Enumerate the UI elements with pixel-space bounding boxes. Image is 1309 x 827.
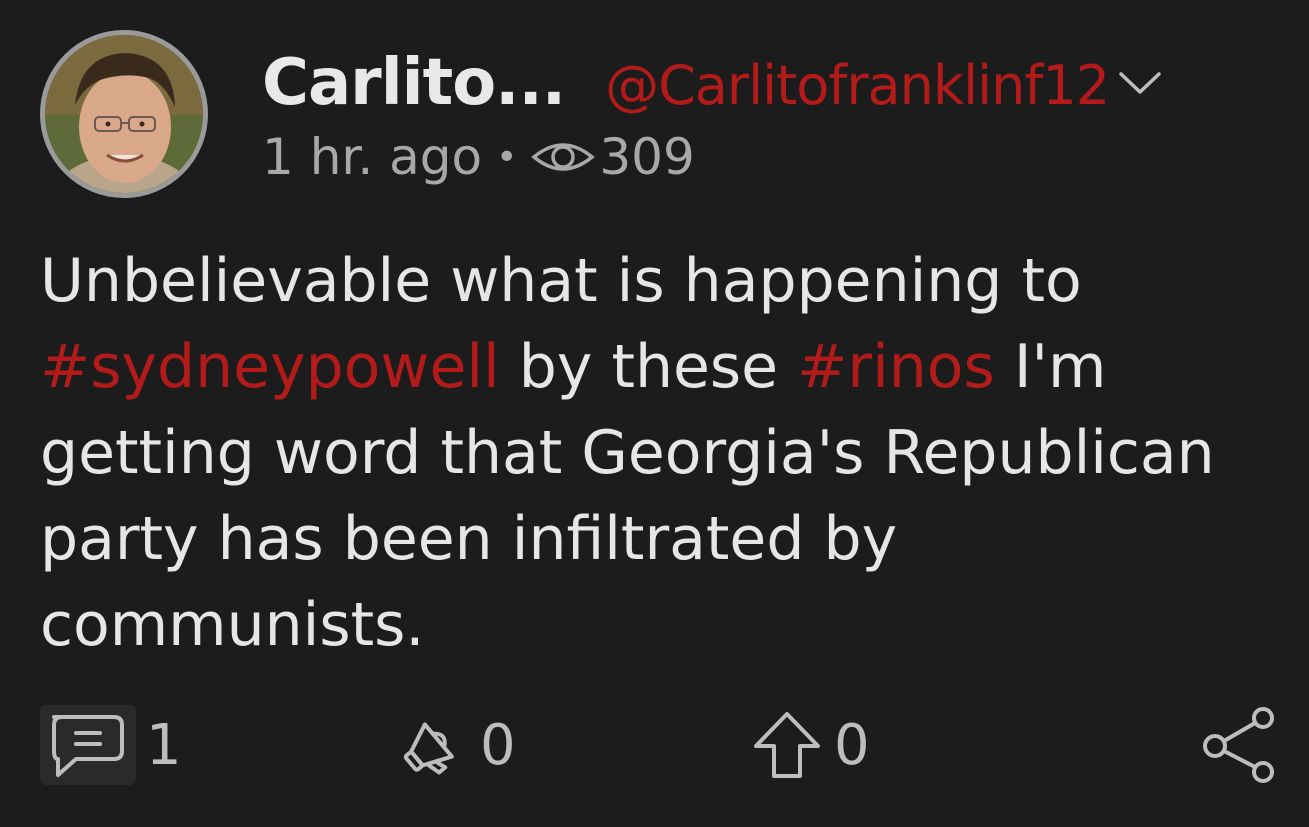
avatar[interactable] bbox=[40, 30, 208, 198]
post-actions: 1 0 0 bbox=[40, 700, 1279, 790]
megaphone-icon bbox=[403, 722, 454, 775]
comment-button[interactable]: 1 bbox=[40, 700, 182, 790]
post-timestamp: 1 hr. ago bbox=[262, 128, 483, 186]
author-display-name[interactable]: Carlito... bbox=[262, 46, 566, 120]
upvote-count: 0 bbox=[834, 712, 870, 778]
post-card: Carlito... @Carlitofranklinf12 1 hr. ago… bbox=[0, 0, 1309, 827]
hashtag-link[interactable]: #rinos bbox=[797, 332, 995, 402]
post-meta: 1 hr. ago • 309 bbox=[262, 128, 1269, 186]
avatar-image bbox=[45, 35, 203, 193]
meta-separator: • bbox=[496, 136, 518, 178]
share-button[interactable] bbox=[1201, 700, 1279, 790]
post-body-text: by these bbox=[499, 332, 798, 402]
eye-icon bbox=[531, 143, 596, 171]
post-body: Unbelievable what is happening to #sydne… bbox=[40, 238, 1280, 668]
arrow-up-icon bbox=[754, 712, 820, 778]
chevron-down-icon[interactable] bbox=[1117, 68, 1163, 98]
post-body-text: Unbelievable what is happening to bbox=[40, 246, 1082, 316]
comment-icon bbox=[40, 705, 136, 785]
boost-button[interactable]: 0 bbox=[396, 700, 516, 790]
hashtag-link[interactable]: #sydneypowell bbox=[40, 332, 500, 402]
post-header: Carlito... @Carlitofranklinf12 1 hr. ago… bbox=[262, 46, 1269, 196]
author-row: Carlito... @Carlitofranklinf12 bbox=[262, 46, 1269, 124]
view-count: 309 bbox=[599, 128, 695, 186]
share-icon bbox=[1203, 707, 1274, 783]
boost-count: 0 bbox=[480, 712, 516, 778]
comment-count: 1 bbox=[146, 712, 182, 778]
upvote-button[interactable]: 0 bbox=[750, 700, 870, 790]
author-handle[interactable]: @Carlitofranklinf12 bbox=[605, 54, 1110, 117]
